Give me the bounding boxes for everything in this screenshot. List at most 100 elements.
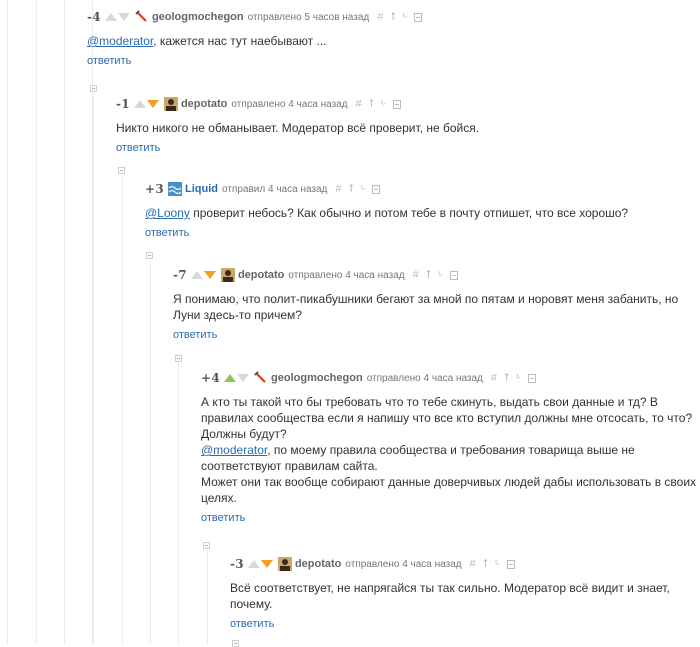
username[interactable]: depotato	[295, 558, 341, 570]
thread-line	[64, 0, 65, 645]
vote-up-icon[interactable]	[247, 560, 260, 568]
branch-icon[interactable]: ᒡ	[361, 183, 366, 196]
pickaxe-avatar[interactable]	[135, 10, 149, 24]
comment-text: Может они так вообще собирают данные дов…	[201, 475, 697, 505]
vote-down-icon[interactable]	[260, 560, 273, 568]
save-icon[interactable]	[392, 99, 401, 109]
reply-link[interactable]: ответить	[87, 55, 131, 67]
comment-header: +4 geologmochegon отправлено 4 часа наза…	[201, 370, 700, 386]
hash-icon[interactable]: #	[413, 269, 419, 281]
comment-rating: -1	[116, 97, 130, 111]
reply-link[interactable]: ответить	[145, 227, 189, 239]
collapse-toggle[interactable]	[232, 640, 239, 647]
comment-body: А кто ты такой что бы требовать что то т…	[201, 394, 700, 506]
mention-link[interactable]: @Loony	[145, 206, 190, 220]
comment-header: -4 geologmochegon отправлено 5 часов наз…	[87, 9, 700, 25]
comment-header: -7 depotato отправлено 4 часа назад # ⭡ …	[173, 267, 700, 283]
hash-icon[interactable]: #	[377, 11, 383, 23]
comment-text: А кто ты такой что бы требовать что то т…	[201, 395, 693, 441]
comment-text: , кажется нас тут наебывают ...	[153, 34, 327, 48]
comment-rating: -4	[87, 10, 101, 24]
hash-icon[interactable]: #	[356, 98, 362, 110]
comment-body: Я понимаю, что полит-пикабушники бегают …	[173, 291, 700, 323]
arrow-up-icon[interactable]: ⭡	[390, 11, 395, 24]
vote-up-icon[interactable]	[224, 374, 237, 382]
mention-link[interactable]: @moderator	[87, 34, 153, 48]
save-icon[interactable]	[372, 184, 381, 194]
vote-up-icon[interactable]	[104, 13, 117, 21]
hash-icon[interactable]: #	[491, 372, 497, 384]
reply-link[interactable]: ответить	[230, 618, 274, 630]
comment-text: Я понимаю, что полит-пикабушники бегают …	[173, 292, 679, 322]
comment: +4 geologmochegon отправлено 4 часа наза…	[201, 370, 700, 524]
comment: -1 depotato отправлено 4 часа назад # ⭡ …	[116, 96, 700, 154]
posted-time: отправлено 4 часа назад	[366, 372, 483, 384]
pickaxe-avatar[interactable]	[254, 371, 268, 385]
reply-link[interactable]: ответить	[173, 329, 217, 341]
thread-line	[207, 547, 208, 645]
comment: -3 depotato отправлено 4 часа назад # ⭡ …	[230, 556, 700, 630]
posted-time: отправлено 4 часа назад	[288, 269, 405, 281]
comment-header: +3 Liquid отправил 4 часа назад # ⭡ ᒡ	[145, 181, 700, 197]
person-avatar[interactable]	[277, 557, 292, 571]
vote-down-icon[interactable]	[146, 100, 159, 108]
branch-icon[interactable]: ᒡ	[403, 11, 408, 24]
comment: -4 geologmochegon отправлено 5 часов наз…	[87, 9, 700, 67]
person-avatar[interactable]	[220, 268, 235, 282]
comment-rating: +4	[201, 371, 221, 385]
comment-text: Никто никого не обманывает. Модератор вс…	[116, 121, 480, 135]
comment-rating: +3	[145, 182, 165, 196]
collapse-toggle[interactable]	[175, 355, 182, 362]
comment-header: -1 depotato отправлено 4 часа назад # ⭡ …	[116, 96, 700, 112]
collapse-toggle[interactable]	[203, 542, 210, 549]
username[interactable]: geologmochegon	[152, 11, 244, 23]
waves-avatar[interactable]	[168, 182, 183, 196]
arrow-up-icon[interactable]: ⭡	[349, 183, 354, 196]
collapse-toggle[interactable]	[90, 85, 97, 92]
person-avatar[interactable]	[163, 97, 178, 111]
username[interactable]: Liquid	[185, 183, 218, 195]
save-icon[interactable]	[449, 270, 458, 280]
reply-link[interactable]: ответить	[201, 512, 245, 524]
comment-body: Никто никого не обманывает. Модератор вс…	[116, 120, 700, 136]
branch-icon[interactable]: ᒡ	[516, 372, 521, 385]
username[interactable]: depotato	[181, 98, 227, 110]
comment-text: Всё соответствует, не напрягайся ты так …	[230, 581, 670, 611]
save-icon[interactable]	[527, 373, 536, 383]
thread-line	[7, 0, 8, 645]
branch-icon[interactable]: ᒡ	[495, 558, 500, 571]
hash-icon[interactable]: #	[470, 558, 476, 570]
vote-up-icon[interactable]	[133, 100, 146, 108]
comment-text: , по моему правила сообщества и требован…	[201, 443, 635, 473]
collapse-toggle[interactable]	[118, 167, 125, 174]
vote-down-icon[interactable]	[237, 374, 250, 382]
username[interactable]: depotato	[238, 269, 284, 281]
branch-icon[interactable]: ᒡ	[438, 269, 443, 282]
comment-header: -3 depotato отправлено 4 часа назад # ⭡ …	[230, 556, 700, 572]
thread-line	[36, 0, 37, 645]
reply-link[interactable]: ответить	[116, 142, 160, 154]
hash-icon[interactable]: #	[335, 183, 341, 195]
username[interactable]: geologmochegon	[271, 372, 363, 384]
thread-line	[93, 95, 94, 645]
posted-time: отправлено 5 часов назад	[247, 11, 370, 23]
posted-time: отправил 4 часа назад	[222, 183, 328, 195]
mention-link[interactable]: @moderator	[201, 443, 267, 457]
vote-up-icon[interactable]	[190, 271, 203, 279]
arrow-up-icon[interactable]: ⭡	[504, 372, 509, 385]
thread-line	[122, 176, 123, 645]
save-icon[interactable]	[414, 12, 423, 22]
arrow-up-icon[interactable]: ⭡	[483, 558, 488, 571]
collapse-toggle[interactable]	[146, 252, 153, 259]
vote-down-icon[interactable]	[117, 13, 130, 21]
save-icon[interactable]	[506, 559, 515, 569]
comment: +3 Liquid отправил 4 часа назад # ⭡ ᒡ @L…	[145, 181, 700, 239]
branch-icon[interactable]: ᒡ	[381, 98, 386, 111]
comment-body: @moderator, кажется нас тут наебывают ..…	[87, 33, 700, 49]
comment-body: Всё соответствует, не напрягайся ты так …	[230, 580, 700, 612]
arrow-up-icon[interactable]: ⭡	[426, 269, 431, 282]
comment-text: проверит небось? Как обычно и потом тебе…	[189, 206, 629, 220]
posted-time: отправлено 4 часа назад	[345, 558, 462, 570]
vote-down-icon[interactable]	[203, 271, 216, 279]
arrow-up-icon[interactable]: ⭡	[369, 98, 374, 111]
